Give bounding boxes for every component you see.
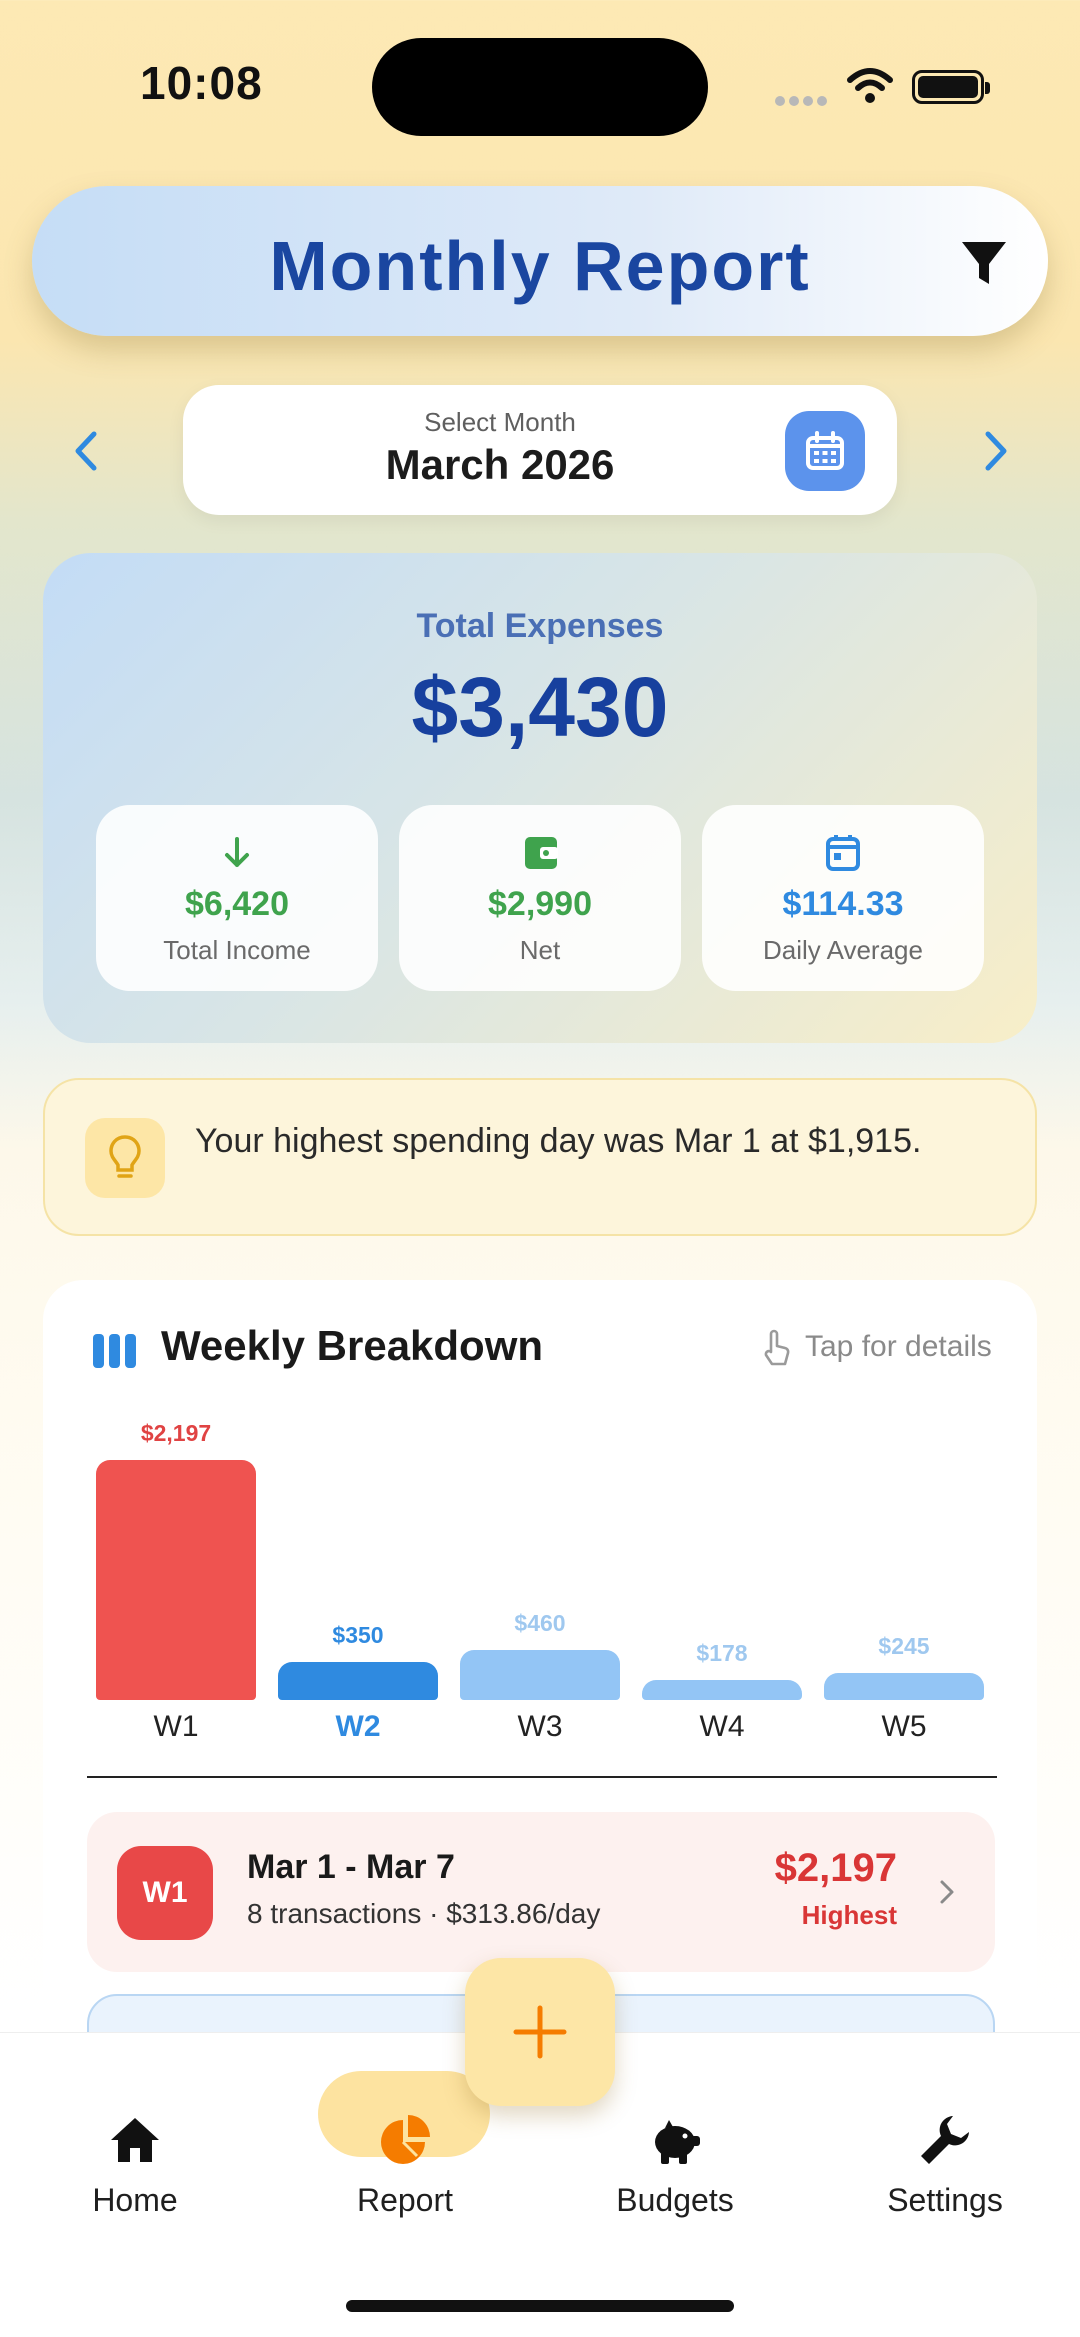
expenses-summary-card: Total Expenses $3,430 $6,420 Total Incom… bbox=[43, 553, 1037, 1043]
bar-category-label: W2 bbox=[335, 1710, 381, 1743]
stat-net: $2,990 Net bbox=[399, 805, 681, 991]
wrench-icon bbox=[921, 2116, 969, 2164]
tab-label: Report bbox=[356, 2182, 454, 2218]
lightbulb-icon-container bbox=[85, 1118, 165, 1198]
bar-w5[interactable] bbox=[824, 1673, 984, 1700]
bar-category-label: W4 bbox=[699, 1710, 745, 1743]
bar-value-label: $178 bbox=[696, 1640, 748, 1666]
stat-daily-average: $114.33 Daily Average bbox=[702, 805, 984, 991]
bar-w3[interactable] bbox=[460, 1650, 620, 1700]
next-month-button[interactable] bbox=[976, 426, 1016, 476]
signal-icon bbox=[775, 93, 831, 111]
insight-text: Your highest spending day was Mar 1 at $… bbox=[195, 1122, 922, 1160]
week-row-w1[interactable]: W1 Mar 1 - Mar 7 8 transactions · $313.8… bbox=[87, 1812, 995, 1972]
bar-category-label: W1 bbox=[153, 1710, 199, 1743]
calendar-icon bbox=[806, 431, 844, 470]
home-icon bbox=[111, 2118, 159, 2162]
pie-chart-icon bbox=[381, 2115, 430, 2164]
week-range: Mar 1 - Mar 7 bbox=[247, 1848, 455, 1886]
page-title: Monthly Report bbox=[269, 227, 811, 305]
total-expenses-label: Total Expenses bbox=[416, 607, 664, 645]
lightbulb-icon bbox=[109, 1135, 141, 1178]
bar-value-label: $350 bbox=[332, 1622, 384, 1648]
stat-value: $114.33 bbox=[782, 885, 904, 923]
bar-category-label: W3 bbox=[517, 1710, 563, 1743]
bar-category-label: W5 bbox=[881, 1710, 927, 1743]
month-caption: Select Month bbox=[424, 407, 576, 437]
total-expenses-value: $3,430 bbox=[411, 660, 669, 754]
stat-total-income: $6,420 Total Income bbox=[96, 805, 378, 991]
stat-value: $2,990 bbox=[488, 885, 592, 923]
tab-settings[interactable]: Settings bbox=[845, 2082, 1045, 2222]
tab-home[interactable]: Home bbox=[35, 2082, 235, 2222]
tab-label: Settings bbox=[887, 2182, 1003, 2218]
tab-label: Home bbox=[92, 2182, 178, 2218]
weekly-bar-chart: $2,197 W1 $350 W2 $460 W3 $178 W4 $245 W5 bbox=[43, 1280, 1037, 1780]
wifi-icon bbox=[847, 68, 893, 103]
month-value: March 2026 bbox=[385, 441, 615, 488]
piggy-bank-icon bbox=[655, 2120, 700, 2164]
calendar-button[interactable] bbox=[785, 411, 865, 491]
bar-value-label: $245 bbox=[878, 1633, 930, 1659]
bar-w2[interactable] bbox=[278, 1662, 438, 1700]
stat-label: Daily Average bbox=[763, 935, 923, 965]
week-badge: W1 bbox=[117, 1846, 213, 1940]
spending-insight-banner: Your highest spending day was Mar 1 at $… bbox=[43, 1078, 1037, 1236]
home-indicator bbox=[346, 2300, 734, 2312]
bar-w4[interactable] bbox=[642, 1680, 802, 1700]
plus-icon bbox=[513, 2005, 567, 2059]
chevron-right-icon bbox=[940, 1880, 954, 1904]
wallet-icon bbox=[525, 837, 558, 869]
previous-month-button[interactable] bbox=[66, 426, 106, 476]
week-meta: 8 transactions · $313.86/day bbox=[247, 1898, 601, 1929]
add-transaction-button[interactable] bbox=[465, 1958, 615, 2106]
highest-badge: Highest bbox=[801, 1900, 897, 1930]
tab-report[interactable]: Report bbox=[305, 2082, 505, 2222]
bar-value-label: $460 bbox=[514, 1610, 566, 1636]
stat-label: Net bbox=[519, 935, 561, 965]
bar-w1[interactable] bbox=[96, 1460, 256, 1700]
tab-label: Budgets bbox=[616, 2182, 734, 2218]
week-amount: $2,197 bbox=[774, 1846, 897, 1890]
month-selector[interactable]: Select Month March 2026 bbox=[183, 385, 897, 515]
filter-icon[interactable] bbox=[960, 238, 1008, 288]
battery-icon bbox=[912, 70, 990, 104]
dynamic-island bbox=[372, 38, 708, 136]
stat-label: Total Income bbox=[163, 935, 311, 965]
chart-axis-line bbox=[87, 1776, 997, 1778]
bar-value-label: $2,197 bbox=[140, 1420, 212, 1446]
page-header: Monthly Report bbox=[32, 186, 1048, 336]
stat-value: $6,420 bbox=[185, 885, 289, 923]
calendar-icon bbox=[826, 835, 860, 871]
status-time: 10:08 bbox=[140, 57, 263, 109]
arrow-down-icon bbox=[225, 837, 249, 867]
tab-budgets[interactable]: Budgets bbox=[575, 2082, 775, 2222]
